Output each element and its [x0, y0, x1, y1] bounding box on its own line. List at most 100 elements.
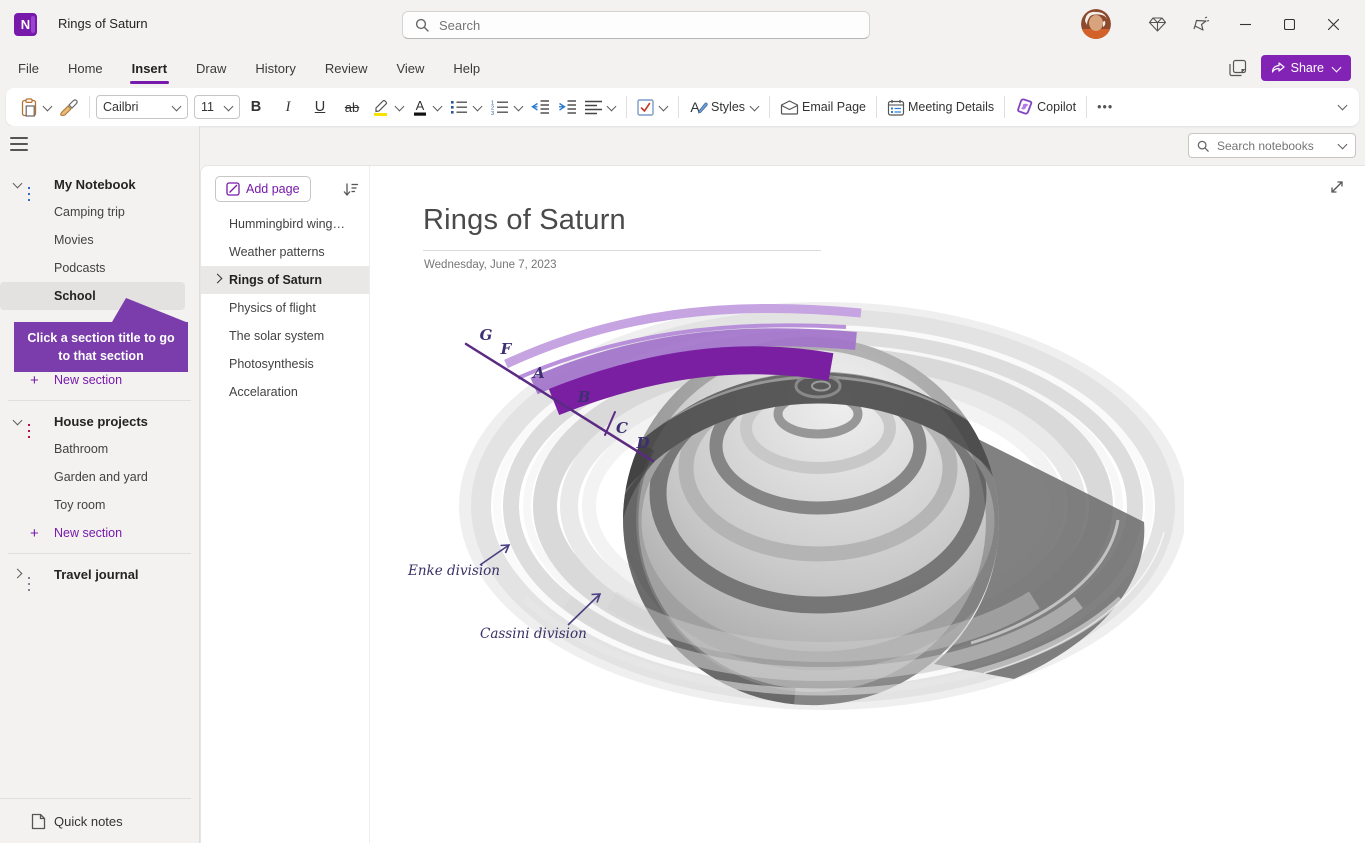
ribbon-toolbar: Cailbri 11 B I U ab A 123	[6, 88, 1359, 126]
copilot-icon	[1015, 98, 1034, 116]
hamburger-menu-icon[interactable]	[10, 137, 28, 151]
menu-review[interactable]: Review	[323, 57, 370, 80]
ring-label-f: F	[500, 340, 513, 358]
premium-diamond-icon[interactable]	[1135, 9, 1179, 39]
copy-page-icon[interactable]	[1229, 59, 1247, 77]
bullet-list-button[interactable]	[446, 96, 486, 118]
page-item[interactable]: Photosynthesis	[201, 350, 369, 378]
todo-tag-button[interactable]	[633, 96, 672, 119]
menu-insert[interactable]: Insert	[130, 57, 169, 80]
section-toy-room[interactable]: Toy room	[0, 491, 199, 519]
ring-label-b: B	[577, 388, 591, 406]
ribbon-collapse-chevron-icon[interactable]	[1338, 101, 1348, 111]
share-label: Share	[1291, 61, 1324, 75]
font-size-select[interactable]: 11	[194, 95, 240, 119]
search-notebooks-input[interactable]	[1215, 138, 1331, 154]
quick-notes-icon	[31, 813, 46, 830]
page-item[interactable]: Accelaration	[201, 378, 369, 406]
alignment-icon	[585, 100, 602, 115]
meeting-details-button[interactable]: Meeting Details	[883, 96, 998, 119]
page-item[interactable]: Weather patterns	[201, 238, 369, 266]
search-icon	[1197, 140, 1209, 152]
add-page-label: Add page	[246, 182, 300, 196]
global-search-box[interactable]	[402, 11, 870, 39]
avatar-image	[1081, 9, 1111, 39]
page-item[interactable]: The solar system	[201, 322, 369, 350]
copilot-button[interactable]: Copilot	[1011, 95, 1080, 119]
notebook-my-notebook[interactable]: My Notebook	[0, 170, 199, 198]
font-color-icon: A	[412, 98, 428, 116]
search-notebooks-box[interactable]	[1188, 133, 1356, 158]
content-card: Add page Hummingbird wing… Weather patte…	[200, 165, 1365, 843]
chevron-right-icon[interactable]	[12, 568, 22, 578]
page-item-selected[interactable]: Rings of Saturn	[201, 266, 369, 294]
close-button[interactable]	[1311, 4, 1355, 44]
share-icon	[1271, 62, 1285, 75]
todo-tag-chevron-icon	[659, 101, 669, 111]
divider	[8, 553, 191, 554]
maximize-button[interactable]	[1267, 4, 1311, 44]
styles-button[interactable]: A Styles	[685, 95, 763, 119]
decrease-indent-icon	[531, 99, 550, 115]
chevron-right-icon	[213, 274, 223, 284]
notebooks-sidebar: My Notebook Camping trip Movies Podcasts…	[0, 126, 200, 843]
page-title[interactable]: Rings of Saturn	[423, 204, 626, 237]
highlighter-button[interactable]	[368, 95, 408, 119]
notebook-house-projects[interactable]: House projects	[0, 407, 199, 435]
decrease-indent-button[interactable]	[527, 96, 554, 118]
format-painter-button[interactable]	[56, 95, 83, 119]
strikethrough-button[interactable]: ab	[336, 97, 368, 118]
notebook-travel-journal[interactable]: Travel journal	[0, 560, 199, 588]
styles-icon: A	[689, 98, 708, 116]
alignment-button[interactable]	[581, 97, 620, 118]
minimize-button[interactable]	[1223, 4, 1267, 44]
font-name-select[interactable]: Cailbri	[96, 95, 188, 119]
menu-home[interactable]: Home	[66, 57, 105, 80]
italic-button[interactable]: I	[272, 96, 304, 119]
section-movies[interactable]: Movies	[0, 226, 199, 254]
new-section-button[interactable]: + New section	[0, 519, 199, 547]
calendar-icon	[887, 99, 905, 116]
menu-help[interactable]: Help	[451, 57, 482, 80]
ring-label-g: G	[480, 326, 493, 344]
bullet-list-chevron-icon	[473, 101, 483, 111]
page-date[interactable]: Wednesday, June 7, 2023	[424, 259, 557, 271]
email-page-button[interactable]: Email Page	[776, 97, 870, 118]
expand-page-icon[interactable]	[1328, 178, 1346, 196]
page-canvas[interactable]: Rings of Saturn Wednesday, June 7, 2023	[369, 166, 1365, 843]
underline-button[interactable]: U	[304, 96, 336, 118]
more-commands-button[interactable]: •••	[1093, 97, 1117, 117]
cassini-division-label: Cassini division	[480, 626, 587, 642]
sort-pages-icon[interactable]	[343, 182, 359, 197]
font-color-button[interactable]: A	[408, 95, 446, 119]
page-item[interactable]: Physics of flight	[201, 294, 369, 322]
menu-file[interactable]: File	[16, 57, 41, 80]
section-bathroom[interactable]: Bathroom	[0, 435, 199, 463]
menu-history[interactable]: History	[253, 57, 297, 80]
section-camping-trip[interactable]: Camping trip	[0, 198, 199, 226]
menu-view[interactable]: View	[394, 57, 426, 80]
increase-indent-button[interactable]	[554, 96, 581, 118]
feedback-megaphone-icon[interactable]	[1179, 9, 1223, 39]
styles-label: Styles	[711, 100, 745, 114]
add-page-button[interactable]: Add page	[215, 176, 311, 202]
font-name-chevron-icon	[172, 101, 182, 111]
title-divider	[423, 250, 821, 251]
chevron-down-icon[interactable]	[12, 178, 22, 188]
saturn-drawing[interactable]: G F A B C D Enke division Cassini divisi…	[394, 294, 1184, 724]
svg-text:3: 3	[491, 111, 494, 115]
section-podcasts[interactable]: Podcasts	[0, 254, 199, 282]
menu-draw[interactable]: Draw	[194, 57, 228, 80]
share-button[interactable]: Share	[1261, 55, 1351, 81]
quick-notes-button[interactable]: Quick notes	[0, 798, 191, 843]
divider	[8, 400, 191, 401]
chevron-down-icon[interactable]	[12, 415, 22, 425]
bold-button[interactable]: B	[240, 96, 272, 118]
onenote-window: N Rings of Saturn	[0, 0, 1365, 843]
paste-button[interactable]	[16, 95, 56, 120]
avatar[interactable]	[1081, 9, 1111, 39]
section-garden-and-yard[interactable]: Garden and yard	[0, 463, 199, 491]
page-item[interactable]: Hummingbird wing…	[201, 210, 369, 238]
numbered-list-button[interactable]: 123	[486, 96, 527, 118]
search-input[interactable]	[437, 17, 821, 34]
